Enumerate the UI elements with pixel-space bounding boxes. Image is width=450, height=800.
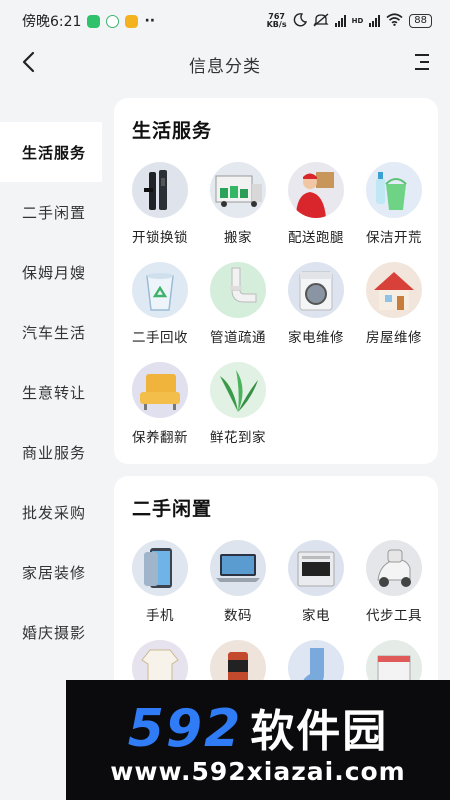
sidebar-item-business-transfer[interactable]: 生意转让 [0,362,102,422]
sidebar-item-life-services[interactable]: 生活服务 [0,122,102,182]
sidebar-item-commercial-services[interactable]: 商业服务 [0,422,102,482]
appliance-icon [288,540,344,596]
watermark-logo: 592 软件园 [128,695,389,759]
phone-app-icon [87,14,101,28]
notes-app-icon [125,14,139,28]
chat-app-icon [106,14,120,28]
watermark-number: 592 [127,698,243,759]
category-label: 房屋维修 [366,330,422,346]
category-label: 配送跑腿 [288,230,344,246]
header: 信息分类 [0,42,450,86]
category-label: 手机 [146,608,174,624]
category-label: 家电维修 [288,330,344,346]
signal-2-icon [369,15,381,27]
category-label: 代步工具 [366,608,422,624]
category-item[interactable]: 房屋维修 [355,262,433,346]
watermark-banner: 592 软件园 www.592xiazai.com [66,680,450,800]
signal-icon [334,15,346,27]
category-item[interactable]: 家电 [277,540,355,624]
category-label: 管道疏通 [210,330,266,346]
status-bar: 傍晚6:21 ·· 767 KB/s HD 88 [0,0,450,42]
recycle-bin-icon [132,262,188,318]
page-title: 信息分类 [189,56,261,77]
watermark-name: 软件园 [250,705,389,757]
back-button[interactable] [14,50,42,78]
sidebar-item-nanny[interactable]: 保姆月嫂 [0,242,102,302]
category-item[interactable]: 二手回收 [121,262,199,346]
menu-button[interactable] [408,50,436,78]
category-label: 数码 [224,608,252,624]
category-label: 家电 [302,608,330,624]
sidebar-item-car-life[interactable]: 汽车生活 [0,302,102,362]
status-time: 傍晚6:21 [22,14,82,30]
battery-icon: 88 [409,14,432,28]
category-item[interactable]: 保养翻新 [121,362,199,446]
category-label: 开锁换锁 [132,230,188,246]
sidebar-item-home-decoration[interactable]: 家居装修 [0,542,102,602]
sidebar-item-second-hand[interactable]: 二手闲置 [0,182,102,242]
category-item[interactable]: 搬家 [199,162,277,246]
scooter-icon [366,540,422,596]
net-speed: 767 KB/s [267,13,287,29]
category-item[interactable]: 手机 [121,540,199,624]
delivery-person-icon [288,162,344,218]
moon-icon [293,12,307,30]
sofa-icon [132,362,188,418]
sidebar-item-wholesale[interactable]: 批发采购 [0,482,102,542]
laptop-icon [210,540,266,596]
category-label: 保洁开荒 [366,230,422,246]
moving-truck-icon [210,162,266,218]
house-icon [366,262,422,318]
section-title: 二手闲置 [132,498,213,520]
category-item[interactable]: 代步工具 [355,540,433,624]
category-label: 二手回收 [132,330,188,346]
category-label: 鲜花到家 [210,430,266,446]
category-item[interactable]: 数码 [199,540,277,624]
category-item[interactable]: 配送跑腿 [277,162,355,246]
category-item[interactable]: 管道疏通 [199,262,277,346]
pipe-icon [210,262,266,318]
category-label: 搬家 [224,230,252,246]
cleaning-bucket-icon [366,162,422,218]
plant-icon [210,362,266,418]
chevron-left-icon [21,51,35,77]
category-item[interactable]: 家电维修 [277,262,355,346]
hd-label: HD [351,17,364,25]
mute-icon [313,12,329,30]
sidebar-item-wedding-photography[interactable]: 婚庆摄影 [0,602,102,662]
category-item[interactable]: 保洁开荒 [355,162,433,246]
category-item[interactable]: 鲜花到家 [199,362,277,446]
section-life-services: 生活服务 开锁换锁 搬家 配送跑腿 保洁开荒 二手回收 管道疏通 家电维修 房屋… [114,98,438,464]
section-title: 生活服务 [132,120,213,142]
washing-machine-icon [288,262,344,318]
more-notifications-icon: ·· [144,13,156,29]
wifi-icon [386,13,403,29]
phone-icon [132,540,188,596]
watermark-url: www.592xiazai.com [110,756,406,786]
door-lock-icon [132,162,188,218]
category-item[interactable]: 开锁换锁 [121,162,199,246]
list-menu-icon [414,53,430,75]
category-label: 保养翻新 [132,430,188,446]
net-speed-unit: KB/s [266,20,287,29]
